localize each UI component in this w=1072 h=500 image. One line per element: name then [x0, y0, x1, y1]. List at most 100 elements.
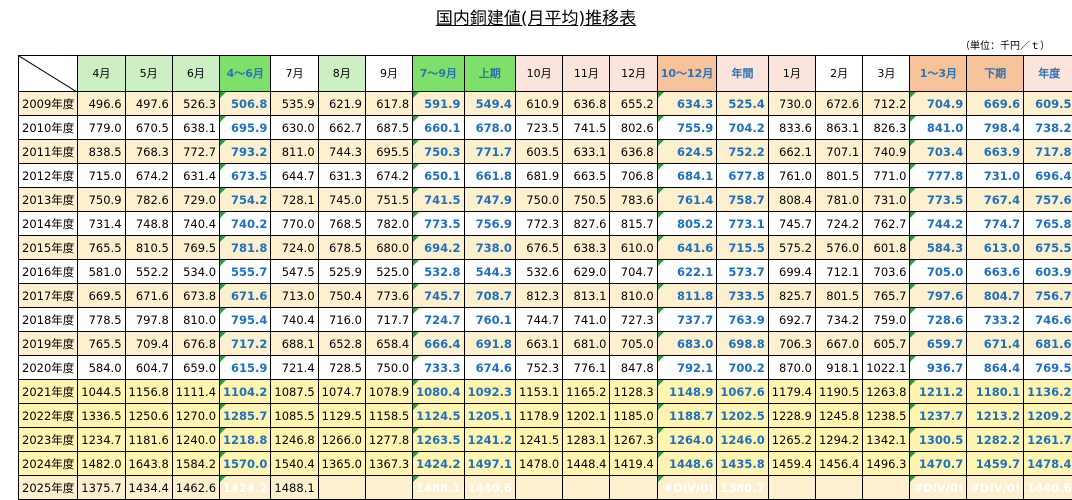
- value-cell: 652.8: [318, 332, 365, 356]
- year-cell: 2013年度: [19, 188, 78, 212]
- value-cell: 863.1: [815, 116, 862, 140]
- value-cell: 1044.5: [78, 380, 125, 404]
- summary-cell: 781.8: [220, 236, 271, 260]
- summary-cell: #DIV/0!: [657, 476, 717, 500]
- summary-cell: 663.9: [967, 140, 1024, 164]
- summary-cell: 694.2: [413, 236, 464, 260]
- value-cell: 671.6: [125, 284, 172, 308]
- summary-cell: 773.5: [413, 212, 464, 236]
- summary-cell: 1124.5: [413, 404, 464, 428]
- summary-cell: 763.9: [717, 308, 768, 332]
- summary-cell: 613.0: [967, 236, 1024, 260]
- table-row: 2017年度669.5671.6673.8671.6713.0750.4773.…: [19, 284, 1072, 308]
- summary-cell: 1209.2: [1024, 404, 1072, 428]
- summary-cell: 752.2: [717, 140, 768, 164]
- column-header: 4～6月: [220, 56, 271, 92]
- year-cell: 2009年度: [19, 92, 78, 116]
- summary-cell: 792.1: [657, 356, 717, 380]
- value-cell: 1540.4: [271, 452, 318, 476]
- value-cell: 716.0: [318, 308, 365, 332]
- value-cell: 603.5: [515, 140, 562, 164]
- year-cell: 2022年度: [19, 404, 78, 428]
- year-cell: 2014年度: [19, 212, 78, 236]
- summary-cell: 544.3: [464, 260, 515, 284]
- column-header: 年度: [1024, 56, 1072, 92]
- page-title: 国内銅建値(月平均)推移表: [0, 4, 1072, 29]
- value-cell: 1185.0: [610, 404, 657, 428]
- value-cell: 1584.2: [172, 452, 219, 476]
- column-header: 12月: [610, 56, 657, 92]
- summary-cell: 731.0: [967, 164, 1024, 188]
- table-row: 2024年度1482.01643.81584.21570.01540.41365…: [19, 452, 1072, 476]
- value-cell: 1181.6: [125, 428, 172, 452]
- value-cell: 532.6: [515, 260, 562, 284]
- value-cell: 610.0: [610, 236, 657, 260]
- column-header: 下期: [967, 56, 1024, 92]
- value-cell: 1459.4: [768, 452, 815, 476]
- summary-cell: 760.1: [464, 308, 515, 332]
- value-cell: 1190.5: [815, 380, 862, 404]
- value-cell: 782.0: [365, 212, 412, 236]
- summary-cell: 715.5: [717, 236, 768, 260]
- year-cell: 2016年度: [19, 260, 78, 284]
- value-cell: 1202.1: [563, 404, 610, 428]
- value-cell: 759.0: [863, 308, 910, 332]
- summary-cell: 771.7: [464, 140, 515, 164]
- value-cell: 1245.8: [815, 404, 862, 428]
- summary-cell: 740.2: [220, 212, 271, 236]
- value-cell: 687.5: [365, 116, 412, 140]
- year-cell: 2025年度: [19, 476, 78, 500]
- value-cell: 1179.4: [768, 380, 815, 404]
- table-row: 2022年度1336.51250.61270.01285.71085.51129…: [19, 404, 1072, 428]
- table-row: 2014年度731.4748.8740.4740.2770.0768.5782.…: [19, 212, 1072, 236]
- value-cell: 772.3: [515, 212, 562, 236]
- value-cell: 525.9: [318, 260, 365, 284]
- value-cell: 713.0: [271, 284, 318, 308]
- diagonal-line-icon: [19, 56, 77, 92]
- value-cell: 673.8: [172, 284, 219, 308]
- value-cell: 745.0: [318, 188, 365, 212]
- value-cell: 1265.2: [768, 428, 815, 452]
- summary-cell: 683.0: [657, 332, 717, 356]
- summary-cell: 757.6: [1024, 188, 1072, 212]
- value-cell: 575.2: [768, 236, 815, 260]
- value-cell: 727.3: [610, 308, 657, 332]
- value-cell: 1482.0: [78, 452, 125, 476]
- corner-cell: [19, 56, 78, 92]
- summary-cell: 525.4: [717, 92, 768, 116]
- summary-cell: 555.7: [220, 260, 271, 284]
- year-cell: 2023年度: [19, 428, 78, 452]
- value-cell: 740.4: [271, 308, 318, 332]
- value-cell: 811.0: [271, 140, 318, 164]
- summary-cell: 754.2: [220, 188, 271, 212]
- summary-cell: 1188.7: [657, 404, 717, 428]
- value-cell: 751.5: [365, 188, 412, 212]
- value-cell: 636.8: [610, 140, 657, 164]
- summary-cell: 1213.2: [967, 404, 1024, 428]
- summary-cell: 1478.4: [1024, 452, 1072, 476]
- value-cell: 772.7: [172, 140, 219, 164]
- value-cell: 1128.3: [610, 380, 657, 404]
- value-cell: 724.0: [271, 236, 318, 260]
- value-cell: 669.5: [78, 284, 125, 308]
- value-cell: 1462.6: [172, 476, 219, 500]
- summary-cell: 1067.6: [717, 380, 768, 404]
- summary-cell: 1104.2: [220, 380, 271, 404]
- value-cell: 1078.9: [365, 380, 412, 404]
- value-cell: 762.7: [863, 212, 910, 236]
- summary-cell: 1300.5: [910, 428, 967, 452]
- value-cell: 1263.8: [863, 380, 910, 404]
- value-cell: 692.7: [768, 308, 815, 332]
- value-cell: 633.1: [563, 140, 610, 164]
- value-cell: 629.0: [563, 260, 610, 284]
- value-cell: 741.0: [563, 308, 610, 332]
- value-cell: 704.7: [610, 260, 657, 284]
- value-cell: 581.0: [78, 260, 125, 284]
- value-cell: 729.0: [172, 188, 219, 212]
- summary-cell: 678.0: [464, 116, 515, 140]
- summary-cell: 634.3: [657, 92, 717, 116]
- summary-cell: 659.7: [910, 332, 967, 356]
- summary-cell: 1459.7: [967, 452, 1024, 476]
- summary-cell: 1424.2: [413, 452, 464, 476]
- year-cell: 2021年度: [19, 380, 78, 404]
